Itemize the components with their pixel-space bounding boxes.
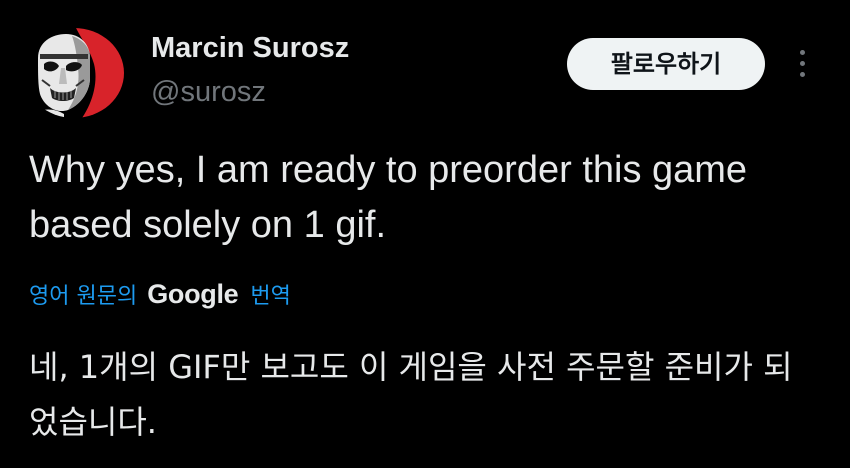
stormtrooper-avatar-icon: [24, 28, 124, 118]
tweet-card: Marcin Surosz @surosz 팔로우하기 Why yes, I a…: [0, 0, 850, 468]
translated-text: 네, 1개의 GIF만 보고도 이 게임을 사전 주문할 준비가 되었습니다.: [29, 348, 793, 441]
more-options-button[interactable]: [788, 44, 818, 84]
author-handle[interactable]: @surosz: [151, 74, 266, 110]
translation-attribution: 영어 원문의 Google 번역: [29, 274, 291, 314]
tweet-text: Why yes, I am ready to preorder this gam…: [29, 149, 748, 246]
translation-source-label[interactable]: 영어 원문의: [29, 278, 137, 310]
follow-button[interactable]: 팔로우하기: [567, 38, 765, 90]
avatar[interactable]: [24, 28, 124, 118]
author-name[interactable]: Marcin Surosz: [151, 30, 349, 66]
translation-suffix-label[interactable]: 번역: [250, 278, 290, 310]
google-logo: Google: [147, 278, 239, 309]
